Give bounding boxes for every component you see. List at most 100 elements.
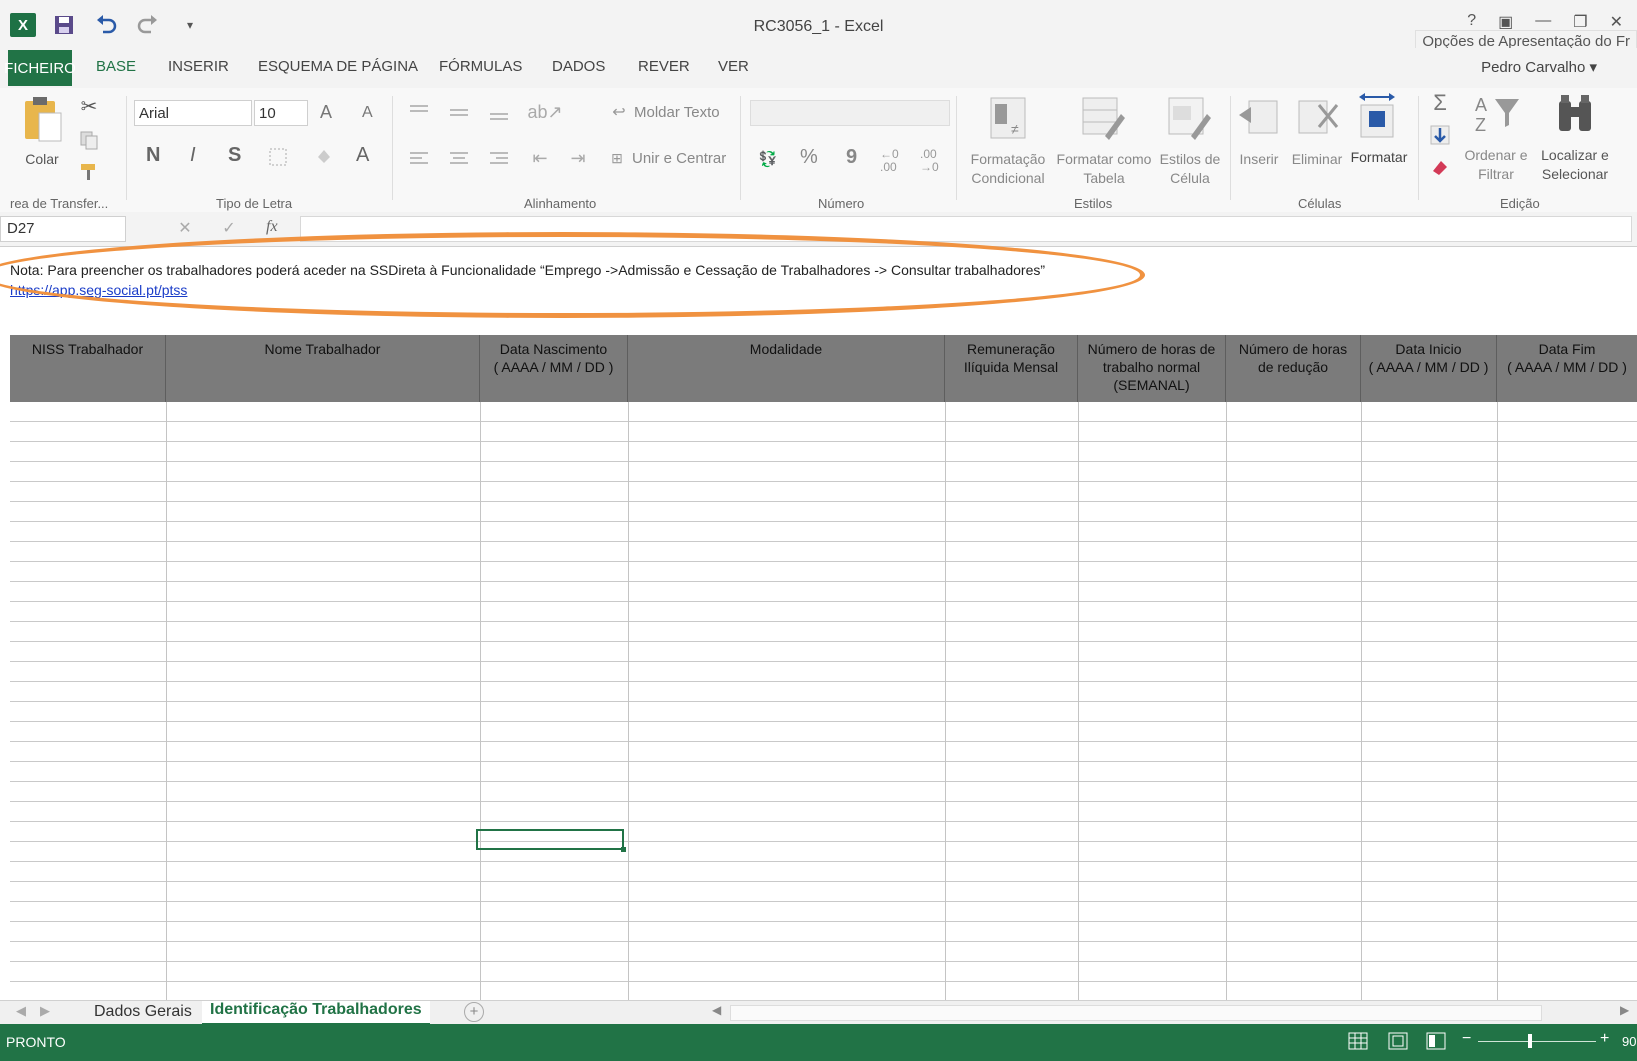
tab-view[interactable]: VER [718, 58, 749, 75]
tab-base[interactable]: BASE [96, 58, 136, 75]
header-modality[interactable]: Modalidade [628, 335, 945, 402]
italic-button[interactable]: I [190, 144, 196, 167]
zoom-in-icon[interactable]: + [1600, 1030, 1609, 1048]
orientation-icon[interactable]: ab↗ [527, 100, 562, 124]
header-birth-date[interactable]: Data Nascimento ( AAAA / MM / DD ) [480, 335, 628, 402]
number-format-select[interactable] [750, 100, 950, 126]
format-cells-button[interactable]: Formatar [1346, 148, 1412, 167]
column-divider [166, 402, 167, 1000]
insert-cells-button[interactable]: Inserir [1232, 150, 1286, 169]
sheet-scroll-right-icon[interactable]: ▶ [40, 1003, 50, 1019]
paste-label[interactable]: Colar [18, 150, 66, 169]
header-reduction-hours[interactable]: Número de horas de redução [1226, 335, 1361, 402]
header-salary[interactable]: Remuneração Ilíquida Mensal [945, 335, 1078, 402]
conditional-formatting-button[interactable]: Formatação Condicional [962, 150, 1054, 188]
delete-cells-icon[interactable] [1294, 96, 1340, 142]
header-label: Remuneração [967, 341, 1055, 357]
font-name-select[interactable]: Arial [134, 100, 252, 126]
sort-filter-label-1: Ordenar e [1464, 147, 1528, 163]
comma-button[interactable]: 9 [846, 146, 857, 169]
find-select-button[interactable]: Localizar e Selecionar [1530, 146, 1620, 184]
format-cells-icon[interactable] [1354, 90, 1400, 142]
borders-icon[interactable] [266, 146, 290, 168]
grow-font-button[interactable]: A [320, 102, 332, 123]
cell-styles-icon[interactable] [1164, 94, 1212, 144]
ribbon-display-icon[interactable]: ▣ [1498, 12, 1513, 32]
delete-cells-button[interactable]: Eliminar [1286, 150, 1348, 169]
restore-icon[interactable]: ❐ [1573, 12, 1587, 32]
help-icon[interactable]: ? [1467, 12, 1476, 32]
autosum-icon[interactable]: Σ [1426, 90, 1454, 116]
page-break-icon[interactable] [1426, 1032, 1446, 1050]
wrap-text-button[interactable]: Moldar Texto [634, 104, 720, 121]
new-sheet-icon[interactable]: + [464, 1002, 484, 1022]
decrease-decimal-button[interactable]: .00 →0 [920, 148, 956, 174]
tab-file[interactable]: FICHEIRO [4, 50, 76, 86]
format-painter-icon[interactable] [76, 160, 102, 184]
tab-page-layout[interactable]: ESQUEMA DE PÁGINA [258, 58, 418, 75]
cancel-icon[interactable]: ✕ [174, 218, 196, 238]
insert-function-button[interactable]: fx [266, 218, 278, 236]
clear-icon[interactable] [1426, 154, 1454, 180]
tab-data[interactable]: DADOS [552, 58, 605, 75]
tab-insert[interactable]: INSERIR [168, 58, 229, 75]
format-as-table-button[interactable]: Formatar como Tabela [1054, 150, 1154, 188]
sheet-tab-identificacao[interactable]: Identificação Trabalhadores [202, 1001, 430, 1025]
clipboard-group-label: rea de Transfer... [10, 196, 109, 211]
tab-review[interactable]: REVER [638, 58, 690, 75]
find-select-icon[interactable] [1552, 92, 1598, 138]
accounting-format-icon[interactable]: 💱 [754, 148, 782, 170]
fill-icon[interactable] [1426, 122, 1454, 148]
tab-formulas[interactable]: FÓRMULAS [439, 58, 522, 75]
minimize-icon[interactable]: — [1535, 12, 1551, 32]
data-grid[interactable] [10, 402, 1637, 1000]
zoom-out-icon[interactable]: − [1462, 1030, 1471, 1048]
vertical-align-icons[interactable] [410, 102, 510, 122]
sort-filter-button[interactable]: Ordenar e Filtrar [1458, 146, 1534, 184]
shrink-font-button[interactable]: A [362, 104, 373, 122]
header-name[interactable]: Nome Trabalhador [166, 335, 480, 402]
alignment-group-label: Alinhamento [524, 196, 597, 211]
insert-cells-icon[interactable] [1236, 96, 1282, 142]
header-normal-hours[interactable]: Número de horas de trabalho normal (SEMANA… [1078, 335, 1226, 402]
conditional-formatting-icon[interactable]: ≠ [986, 94, 1030, 144]
fill-color-icon[interactable] [312, 146, 336, 168]
sheet-tab-dados-gerais[interactable]: Dados Gerais [94, 1003, 192, 1021]
header-niss[interactable]: NISS Trabalhador [10, 335, 166, 402]
horizontal-align-icons[interactable] [410, 150, 510, 170]
name-box[interactable]: D27 [0, 216, 126, 242]
zoom-level[interactable]: 90 [1622, 1034, 1636, 1049]
header-end-date[interactable]: Data Fim ( AAAA / MM / DD ) [1497, 335, 1637, 402]
find-select-label-2: Selecionar [1541, 166, 1609, 182]
merge-center-button[interactable]: Unir e Centrar [632, 150, 726, 167]
sheet-scroll-left-icon[interactable]: ◀ [16, 1003, 26, 1019]
copy-icon[interactable] [76, 128, 102, 152]
underline-button[interactable]: S [228, 144, 241, 167]
format-as-table-icon[interactable] [1078, 94, 1126, 144]
header-start-date[interactable]: Data Inicio ( AAAA / MM / DD ) [1361, 335, 1497, 402]
zoom-slider[interactable] [1478, 1041, 1596, 1042]
increase-indent-icon[interactable]: ⇥ [566, 146, 590, 170]
font-color-button[interactable]: A [356, 144, 369, 167]
paste-icon[interactable] [20, 94, 64, 144]
active-cell[interactable] [476, 829, 626, 852]
hscroll-right-icon[interactable]: ▶ [1620, 1003, 1629, 1017]
page-layout-icon[interactable] [1388, 1032, 1408, 1050]
wrap-text-icon[interactable]: ↩ [608, 102, 630, 122]
bold-button[interactable]: N [146, 144, 160, 167]
horizontal-scrollbar[interactable] [730, 1005, 1542, 1021]
normal-view-icon[interactable] [1348, 1032, 1368, 1050]
increase-decimal-button[interactable]: ←0 .00 [880, 148, 916, 174]
cell-styles-button[interactable]: Estilos de Célula [1152, 150, 1228, 188]
font-size-select[interactable]: 10 [254, 100, 308, 126]
percent-button[interactable]: % [800, 146, 818, 169]
zoom-slider-thumb[interactable] [1528, 1034, 1532, 1048]
sort-filter-icon[interactable]: AZ [1472, 92, 1522, 138]
enter-icon[interactable]: ✓ [218, 218, 240, 238]
hscroll-left-icon[interactable]: ◀ [712, 1003, 721, 1017]
decrease-indent-icon[interactable]: ⇤ [528, 146, 552, 170]
merge-center-icon[interactable]: ⊞ [606, 148, 628, 168]
cut-icon[interactable]: ✂ [76, 94, 102, 118]
user-account[interactable]: Pedro Carvalho ▾ [1481, 58, 1597, 76]
close-icon[interactable]: ✕ [1610, 12, 1623, 32]
